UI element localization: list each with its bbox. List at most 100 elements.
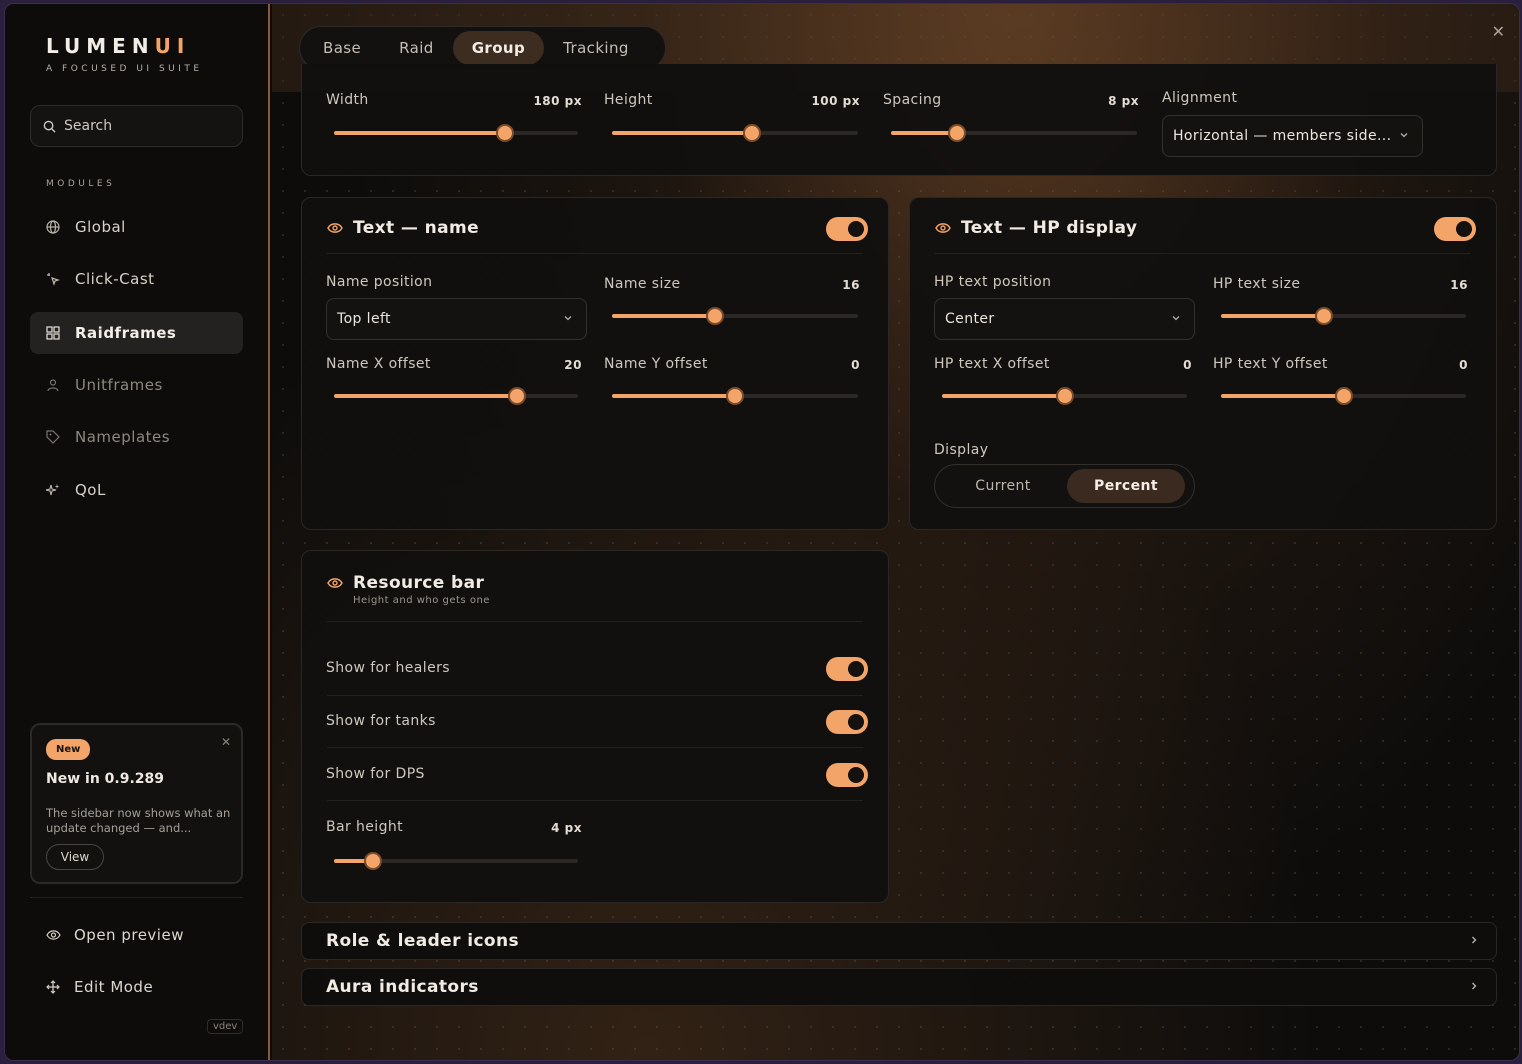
show-healers-toggle[interactable]	[826, 657, 868, 681]
aura-indicators-section[interactable]: Aura indicators	[301, 968, 1497, 1006]
hp-text-size-value: 16	[1450, 278, 1468, 292]
sidebar-item-label: Raidframes	[75, 324, 177, 342]
show-dps-toggle[interactable]	[826, 763, 868, 787]
slider-knob[interactable]	[948, 124, 966, 142]
name-y-offset-slider[interactable]	[612, 387, 858, 405]
slider-knob[interactable]	[726, 387, 744, 405]
tab-base[interactable]: Base	[304, 31, 380, 65]
display-option-current[interactable]: Current	[939, 469, 1067, 503]
card-divider	[935, 253, 1471, 254]
name-x-offset-value: 20	[564, 358, 582, 372]
sidebar-item-label: Unitframes	[75, 376, 163, 394]
name-size-slider[interactable]	[612, 307, 858, 325]
card-title: Text — HP display	[961, 218, 1138, 238]
eye-icon[interactable]	[327, 577, 343, 589]
show-dps-label: Show for DPS	[326, 766, 425, 782]
name-position-select[interactable]: Top left	[326, 298, 587, 340]
row-divider	[327, 695, 863, 696]
card-subtitle: Height and who gets one	[353, 595, 490, 606]
edit-mode-button[interactable]: Edit Mode	[46, 978, 153, 996]
sidebar-divider	[30, 897, 243, 898]
sidebar-item-click-cast[interactable]: Click-Cast	[30, 258, 243, 300]
show-tanks-toggle[interactable]	[826, 710, 868, 734]
slider-knob[interactable]	[1315, 307, 1333, 325]
slider-knob[interactable]	[1335, 387, 1353, 405]
slider-knob[interactable]	[496, 124, 514, 142]
bar-height-label: Bar height	[326, 819, 404, 835]
slider-fill	[334, 131, 505, 135]
hp-text-size-slider[interactable]	[1221, 307, 1466, 325]
height-label: Height	[604, 92, 653, 108]
tag-icon	[45, 429, 61, 445]
search-placeholder: Search	[64, 118, 113, 134]
hp-text-x-offset-slider[interactable]	[942, 387, 1187, 405]
slider-fill	[612, 394, 735, 398]
spacing-slider[interactable]	[891, 124, 1137, 142]
height-value: 100 px	[811, 94, 860, 108]
card-header: Text — name	[327, 218, 479, 238]
display-option-percent[interactable]: Percent	[1067, 469, 1185, 503]
card-header: Text — HP display	[935, 218, 1137, 238]
text-hp-toggle[interactable]	[1434, 217, 1476, 241]
text-name-toggle[interactable]	[826, 217, 868, 241]
globe-icon	[45, 219, 61, 235]
eye-icon[interactable]	[935, 222, 951, 234]
tab-group[interactable]: Group	[452, 31, 545, 65]
section-title: Role & leader icons	[326, 931, 520, 951]
sidebar-item-raidframes[interactable]: Raidframes	[30, 312, 243, 354]
name-y-offset-label: Name Y offset	[604, 356, 708, 372]
show-tanks-label: Show for tanks	[326, 713, 436, 729]
sidebar-item-label: Click-Cast	[75, 270, 155, 288]
open-preview-button[interactable]: Open preview	[46, 926, 184, 944]
width-slider[interactable]	[334, 124, 578, 142]
resource-bar-card: Resource bar Height and who gets one Sho…	[301, 550, 889, 903]
card-title: Text — name	[353, 218, 480, 238]
bar-height-slider[interactable]	[334, 852, 578, 870]
hp-text-size-label: HP text size	[1213, 276, 1301, 292]
app-logo: LUMENUI	[46, 34, 191, 58]
view-button[interactable]: View	[46, 844, 104, 870]
sidebar-item-nameplates[interactable]: Nameplates	[30, 416, 243, 458]
sidebar-item-qol[interactable]: QoL	[30, 469, 243, 511]
name-size-value: 16	[842, 278, 860, 292]
name-position-label: Name position	[326, 274, 433, 290]
sparkle-click-icon	[45, 271, 61, 287]
slider-knob[interactable]	[1056, 387, 1074, 405]
hp-text-y-offset-slider[interactable]	[1221, 387, 1466, 405]
name-x-offset-slider[interactable]	[334, 387, 578, 405]
search-input[interactable]: Search	[30, 105, 243, 147]
chevron-right-icon	[1472, 936, 1477, 944]
slider-fill	[612, 314, 715, 318]
news-title: New in 0.9.289	[46, 771, 165, 787]
close-icon[interactable]: ✕	[221, 735, 231, 749]
width-value: 180 px	[533, 94, 582, 108]
sidebar-item-unitframes[interactable]: Unitframes	[30, 364, 243, 406]
slider-fill	[1221, 314, 1324, 318]
slider-knob[interactable]	[706, 307, 724, 325]
card-header: Resource bar Height and who gets one	[327, 573, 490, 606]
hp-text-y-offset-label: HP text Y offset	[1213, 356, 1328, 372]
role-leader-icons-section[interactable]: Role & leader icons	[301, 922, 1497, 960]
sidebar-item-global[interactable]: Global	[30, 206, 243, 248]
eye-icon[interactable]	[327, 222, 343, 234]
hp-text-x-offset-label: HP text X offset	[934, 356, 1050, 372]
alignment-value: Horizontal — members side...	[1173, 128, 1392, 144]
card-divider	[327, 253, 863, 254]
move-icon	[46, 980, 62, 994]
grid-icon	[45, 325, 61, 341]
slider-knob[interactable]	[364, 852, 382, 870]
height-slider[interactable]	[612, 124, 858, 142]
card-divider	[327, 621, 863, 622]
slider-knob[interactable]	[508, 387, 526, 405]
slider-knob[interactable]	[743, 124, 761, 142]
close-window-icon[interactable]: ✕	[1492, 22, 1505, 41]
tab-raid[interactable]: Raid	[380, 31, 453, 65]
hp-text-position-select[interactable]: Center	[934, 298, 1195, 340]
tab-tracking[interactable]: Tracking	[544, 31, 648, 65]
alignment-select[interactable]: Horizontal — members side...	[1162, 115, 1423, 157]
layout-card: Width 180 px Height 100 px Spacing 8 px …	[301, 64, 1497, 176]
slider-fill	[612, 131, 752, 135]
name-size-label: Name size	[604, 276, 681, 292]
name-y-offset-value: 0	[851, 358, 860, 372]
chevron-down-icon	[564, 316, 572, 321]
